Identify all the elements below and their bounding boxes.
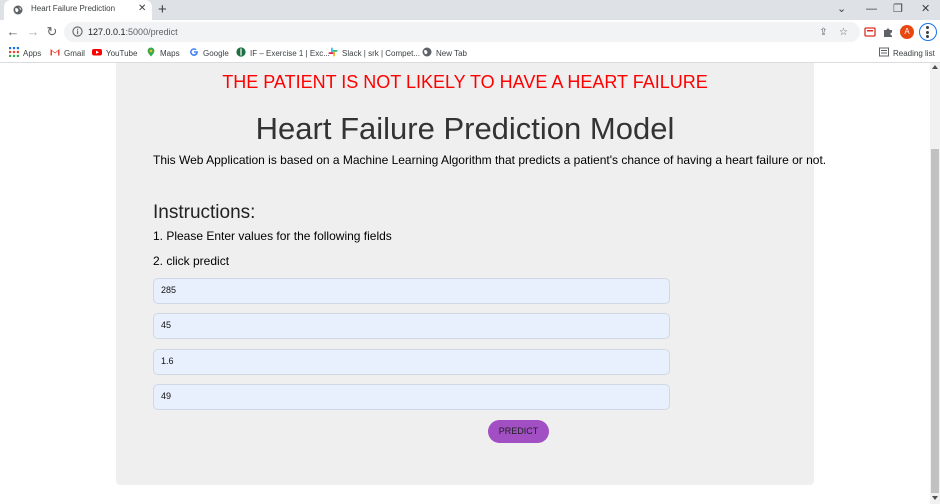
instructions-heading: Instructions: bbox=[153, 202, 256, 223]
extension-pdf-icon[interactable] bbox=[863, 25, 877, 39]
reading-list-icon bbox=[879, 47, 889, 57]
excel-icon bbox=[236, 47, 246, 57]
back-icon[interactable]: ← bbox=[5, 24, 21, 40]
bookmarks-bar: Apps Gmail YouTube Maps Google IF – Exer… bbox=[0, 44, 940, 63]
bookmark-label: YouTube bbox=[106, 49, 138, 58]
browser-tab[interactable]: Heart Failure Prediction ✕ bbox=[4, 0, 152, 21]
input-field-1[interactable]: 285 bbox=[153, 278, 670, 304]
url-path: :5000/predict bbox=[125, 27, 178, 37]
tab-title: Heart Failure Prediction bbox=[31, 4, 116, 13]
bookmark-label: Apps bbox=[23, 49, 42, 58]
bookmark-label: Maps bbox=[160, 49, 180, 58]
bookmark-maps[interactable]: Maps bbox=[146, 47, 180, 59]
reading-list[interactable]: Reading list bbox=[879, 47, 935, 59]
bookmark-label: Gmail bbox=[64, 49, 85, 58]
maps-icon bbox=[147, 47, 155, 57]
prediction-result: THE PATIENT IS NOT LIKELY TO HAVE A HEAR… bbox=[222, 72, 708, 92]
scroll-thumb[interactable] bbox=[931, 149, 939, 493]
profile-avatar[interactable]: A bbox=[900, 25, 914, 39]
gmail-icon bbox=[50, 49, 60, 56]
youtube-icon bbox=[92, 49, 102, 56]
globe-icon bbox=[422, 47, 432, 57]
tab-close-icon[interactable]: ✕ bbox=[138, 3, 146, 15]
bookmark-new-tab[interactable]: New Tab bbox=[422, 47, 467, 59]
address-url: 127.0.0.1:5000/predict bbox=[88, 27, 178, 37]
bookmark-youtube[interactable]: YouTube bbox=[92, 47, 137, 59]
browser-toolbar: ← → ↻ 127.0.0.1:5000/predict ⇪ ☆ A bbox=[0, 20, 940, 44]
info-icon[interactable] bbox=[72, 26, 83, 37]
url-host: 127.0.0.1 bbox=[88, 27, 126, 37]
window-close-icon[interactable]: ✕ bbox=[921, 2, 930, 16]
predict-button[interactable]: PREDICT bbox=[488, 420, 549, 443]
bookmark-apps[interactable]: Apps bbox=[9, 47, 41, 59]
address-bar[interactable]: 127.0.0.1:5000/predict ⇪ ☆ bbox=[64, 22, 860, 42]
bookmark-label: Slack | srk | Compet... bbox=[342, 49, 420, 58]
app-description: This Web Application is based on a Machi… bbox=[153, 153, 827, 167]
prediction-card: THE PATIENT IS NOT LIKELY TO HAVE A HEAR… bbox=[116, 63, 826, 485]
globe-icon bbox=[13, 5, 23, 15]
forward-icon[interactable]: → bbox=[25, 24, 41, 40]
google-icon bbox=[190, 48, 198, 57]
apps-grid-icon bbox=[9, 47, 19, 57]
reload-icon[interactable]: ↻ bbox=[44, 24, 60, 40]
tab-strip: Heart Failure Prediction ✕ + ⌄ — ❐ ✕ bbox=[0, 0, 940, 21]
new-tab-icon[interactable]: + bbox=[158, 1, 167, 18]
instruction-step-2: 2. click predict bbox=[153, 254, 230, 268]
instruction-step-1: 1. Please Enter values for the following… bbox=[153, 229, 392, 243]
star-icon[interactable]: ☆ bbox=[838, 27, 849, 38]
bookmark-google[interactable]: Google bbox=[189, 47, 229, 59]
scroll-up-arrow-icon[interactable] bbox=[932, 65, 938, 69]
input-field-4[interactable]: 49 bbox=[153, 384, 670, 410]
bookmark-label: IF – Exercise 1 | Exc... bbox=[250, 49, 330, 58]
bookmark-label: New Tab bbox=[436, 49, 467, 58]
bookmark-gmail[interactable]: Gmail bbox=[50, 47, 85, 59]
slack-icon bbox=[328, 47, 338, 57]
page-title: Heart Failure Prediction Model bbox=[255, 111, 675, 146]
input-field-2[interactable]: 45 bbox=[153, 313, 670, 339]
page-viewport: THE PATIENT IS NOT LIKELY TO HAVE A HEAR… bbox=[0, 63, 930, 504]
restore-icon[interactable]: ❐ bbox=[893, 2, 903, 16]
bookmark-exercise[interactable]: IF – Exercise 1 | Exc... bbox=[236, 47, 330, 59]
puzzle-icon[interactable] bbox=[881, 25, 895, 39]
chevron-down-icon[interactable]: ⌄ bbox=[837, 2, 846, 16]
bookmark-slack[interactable]: Slack | srk | Compet... bbox=[328, 47, 420, 59]
browser-menu-icon[interactable] bbox=[919, 23, 937, 41]
page-scrollbar[interactable] bbox=[930, 63, 940, 504]
reading-list-label: Reading list bbox=[893, 49, 935, 58]
minimize-icon[interactable]: — bbox=[866, 2, 877, 16]
bookmark-label: Google bbox=[203, 49, 229, 58]
input-field-3[interactable]: 1.6 bbox=[153, 349, 670, 375]
scroll-down-arrow-icon[interactable] bbox=[932, 496, 938, 500]
share-icon[interactable]: ⇪ bbox=[818, 27, 829, 38]
